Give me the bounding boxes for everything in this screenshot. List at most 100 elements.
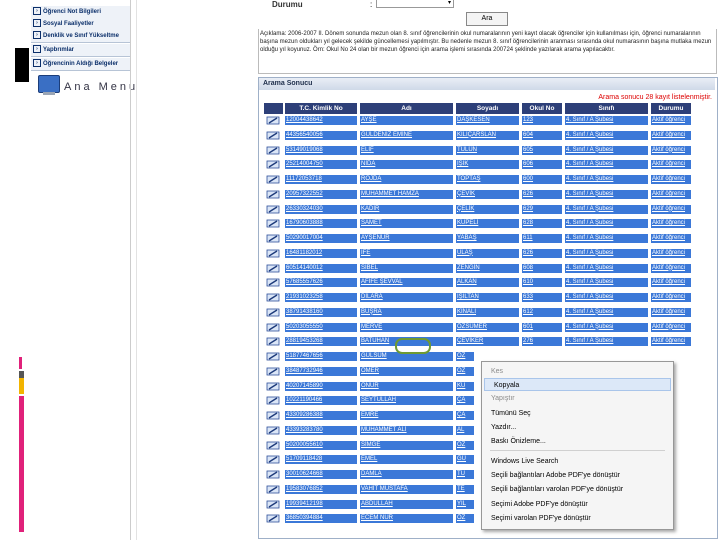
table-cell[interactable]: GÜLDENİZ EMİNE [360, 130, 453, 140]
table-cell[interactable]: VAHİT MUSTAFA [360, 484, 453, 494]
table-cell[interactable]: EMRE [360, 411, 453, 420]
table-cell[interactable]: KUPELİ [456, 219, 519, 229]
table-cell[interactable]: 4. Sınıf / A Şubesi [565, 204, 648, 214]
table-cell[interactable]: 276 [522, 337, 562, 347]
table-cell[interactable]: Aktif öğrenci [651, 234, 691, 243]
edit-pencil-icon[interactable] [266, 175, 280, 184]
context-menu-item[interactable]: Baskı Önizleme... [482, 435, 673, 448]
table-cell[interactable]: DİLARA [360, 293, 453, 302]
context-menu-item[interactable]: Seçimi Adobe PDF'ye dönüştür [482, 498, 673, 511]
edit-pencil-icon[interactable] [266, 160, 280, 169]
table-cell[interactable]: DAŞKESEN [456, 116, 519, 125]
table-cell[interactable]: Aktif öğrenci [651, 160, 691, 170]
table-cell[interactable]: ÖZ [456, 440, 474, 450]
table-cell[interactable]: 50200055610 [285, 440, 357, 450]
table-cell[interactable]: 612 [522, 307, 562, 317]
table-cell[interactable]: 123 [522, 116, 562, 125]
table-cell[interactable]: Aktif öğrenci [651, 219, 691, 229]
context-menu-item[interactable]: Seçili bağlantıları Adobe PDF'ye dönüştü… [482, 469, 673, 482]
edit-pencil-icon[interactable] [266, 308, 280, 317]
table-cell[interactable]: ONUR [360, 381, 453, 391]
table-cell[interactable]: 4. Sınıf / A Şubesi [565, 219, 648, 229]
edit-pencil-icon[interactable] [266, 485, 280, 494]
table-cell[interactable]: BUŞRA [360, 307, 453, 317]
table-cell[interactable]: 626 [522, 189, 562, 199]
table-cell[interactable]: AYŞE [360, 116, 453, 125]
edit-pencil-icon[interactable] [266, 367, 280, 376]
table-cell[interactable]: 60514140012 [285, 263, 357, 273]
table-cell[interactable]: 19939412198 [285, 499, 357, 509]
context-menu-item[interactable]: Kes [482, 365, 673, 378]
table-cell[interactable]: SEYTULLAH [360, 396, 453, 406]
table-cell[interactable]: 4. Sınıf / A Şubesi [565, 322, 648, 332]
table-cell[interactable]: Aktif öğrenci [651, 322, 691, 332]
edit-pencil-icon[interactable] [266, 116, 280, 125]
table-cell[interactable]: 628 [522, 219, 562, 229]
edit-pencil-icon[interactable] [266, 278, 280, 287]
table-cell[interactable]: 25214004750 [285, 160, 357, 170]
table-cell[interactable]: 20957322552 [285, 189, 357, 199]
table-cell[interactable]: MERVE [360, 322, 453, 332]
table-cell[interactable]: 4. Sınıf / A Şubesi [565, 307, 648, 317]
table-cell[interactable]: 11172053718 [285, 175, 357, 184]
table-cell[interactable]: ÇELİK [456, 204, 519, 214]
edit-pencil-icon[interactable] [266, 514, 280, 523]
table-cell[interactable]: ELİF [360, 145, 453, 155]
table-cell[interactable]: 4. Sınıf / A Şubesi [565, 145, 648, 155]
table-cell[interactable]: 50203055550 [285, 322, 357, 332]
table-cell[interactable]: ÇEVİK [456, 189, 519, 199]
edit-pencil-icon[interactable] [266, 146, 280, 155]
context-menu-item[interactable]: Tümünü Seç [482, 407, 673, 420]
nav-item-belgeler[interactable]: › Öğrencinin Aldığı Belgeler [31, 58, 130, 71]
table-cell[interactable]: 4. Sınıf / A Şubesi [565, 116, 648, 125]
edit-pencil-icon[interactable] [266, 337, 280, 346]
table-cell[interactable]: 633 [522, 293, 562, 302]
table-cell[interactable]: 626 [522, 248, 562, 258]
nav-item-yaptirimlar[interactable]: › Yapbrımlar [31, 44, 130, 57]
edit-pencil-icon[interactable] [266, 190, 280, 199]
table-cell[interactable]: Aktif öğrenci [651, 248, 691, 258]
table-cell[interactable]: 4. Sınıf / A Şubesi [565, 130, 648, 140]
edit-pencil-icon[interactable] [266, 382, 280, 391]
table-cell[interactable]: Aktif öğrenci [651, 263, 691, 273]
durumu-select[interactable]: ▾ [376, 0, 454, 8]
table-cell[interactable]: ÇEVİKER [456, 337, 519, 347]
context-menu-item[interactable]: Seçimi varolan PDF'ye dönüştür [482, 512, 673, 525]
table-cell[interactable]: 53149019068 [285, 145, 357, 155]
edit-pencil-icon[interactable] [266, 441, 280, 450]
table-cell[interactable]: 601 [522, 322, 562, 332]
edit-pencil-icon[interactable] [266, 396, 280, 405]
table-cell[interactable]: ÖZ [456, 366, 474, 376]
nav-item-denklik[interactable]: › Denklik ve Sınıf Yükseltme [31, 30, 130, 43]
edit-pencil-icon[interactable] [266, 293, 280, 302]
table-cell[interactable]: ÇA [456, 396, 474, 406]
table-cell[interactable]: 4. Sınıf / A Şubesi [565, 263, 648, 273]
table-cell[interactable]: AL [456, 425, 474, 435]
table-cell[interactable]: 610 [522, 278, 562, 288]
table-cell[interactable]: 43309286388 [285, 411, 357, 420]
table-cell[interactable]: 16481182012 [285, 248, 357, 258]
table-cell[interactable]: Aktif öğrenci [651, 204, 691, 214]
edit-pencil-icon[interactable] [266, 131, 280, 140]
table-cell[interactable]: ÖZSÜMER [456, 322, 519, 332]
table-cell[interactable]: 4. Sınıf / A Şubesi [565, 248, 648, 258]
table-cell[interactable]: IŞILTAN [456, 293, 519, 302]
table-cell[interactable]: 57685557626 [285, 278, 357, 288]
table-cell[interactable]: EMEL [360, 455, 453, 465]
table-cell[interactable]: 16790603888 [285, 219, 357, 229]
edit-pencil-icon[interactable] [266, 264, 280, 273]
table-cell[interactable]: ÖMER [360, 366, 453, 376]
edit-pencil-icon[interactable] [266, 352, 280, 361]
edit-pencil-icon[interactable] [266, 249, 280, 258]
context-menu-item[interactable]: Kopyala [484, 378, 671, 391]
table-cell[interactable]: 43393283780 [285, 425, 357, 435]
table-cell[interactable]: TOPTAŞ [456, 175, 519, 184]
table-cell[interactable]: Aktif öğrenci [651, 293, 691, 302]
table-cell[interactable]: İFE [360, 248, 453, 258]
edit-pencil-icon[interactable] [266, 470, 280, 479]
table-cell[interactable]: 4. Sınıf / A Şubesi [565, 189, 648, 199]
table-cell[interactable]: Aktif öğrenci [651, 337, 691, 347]
table-cell[interactable]: KILIÇARSLAN [456, 130, 519, 140]
table-cell[interactable]: IŞIK [456, 160, 519, 170]
context-menu-item[interactable]: Windows Live Search [482, 455, 673, 468]
